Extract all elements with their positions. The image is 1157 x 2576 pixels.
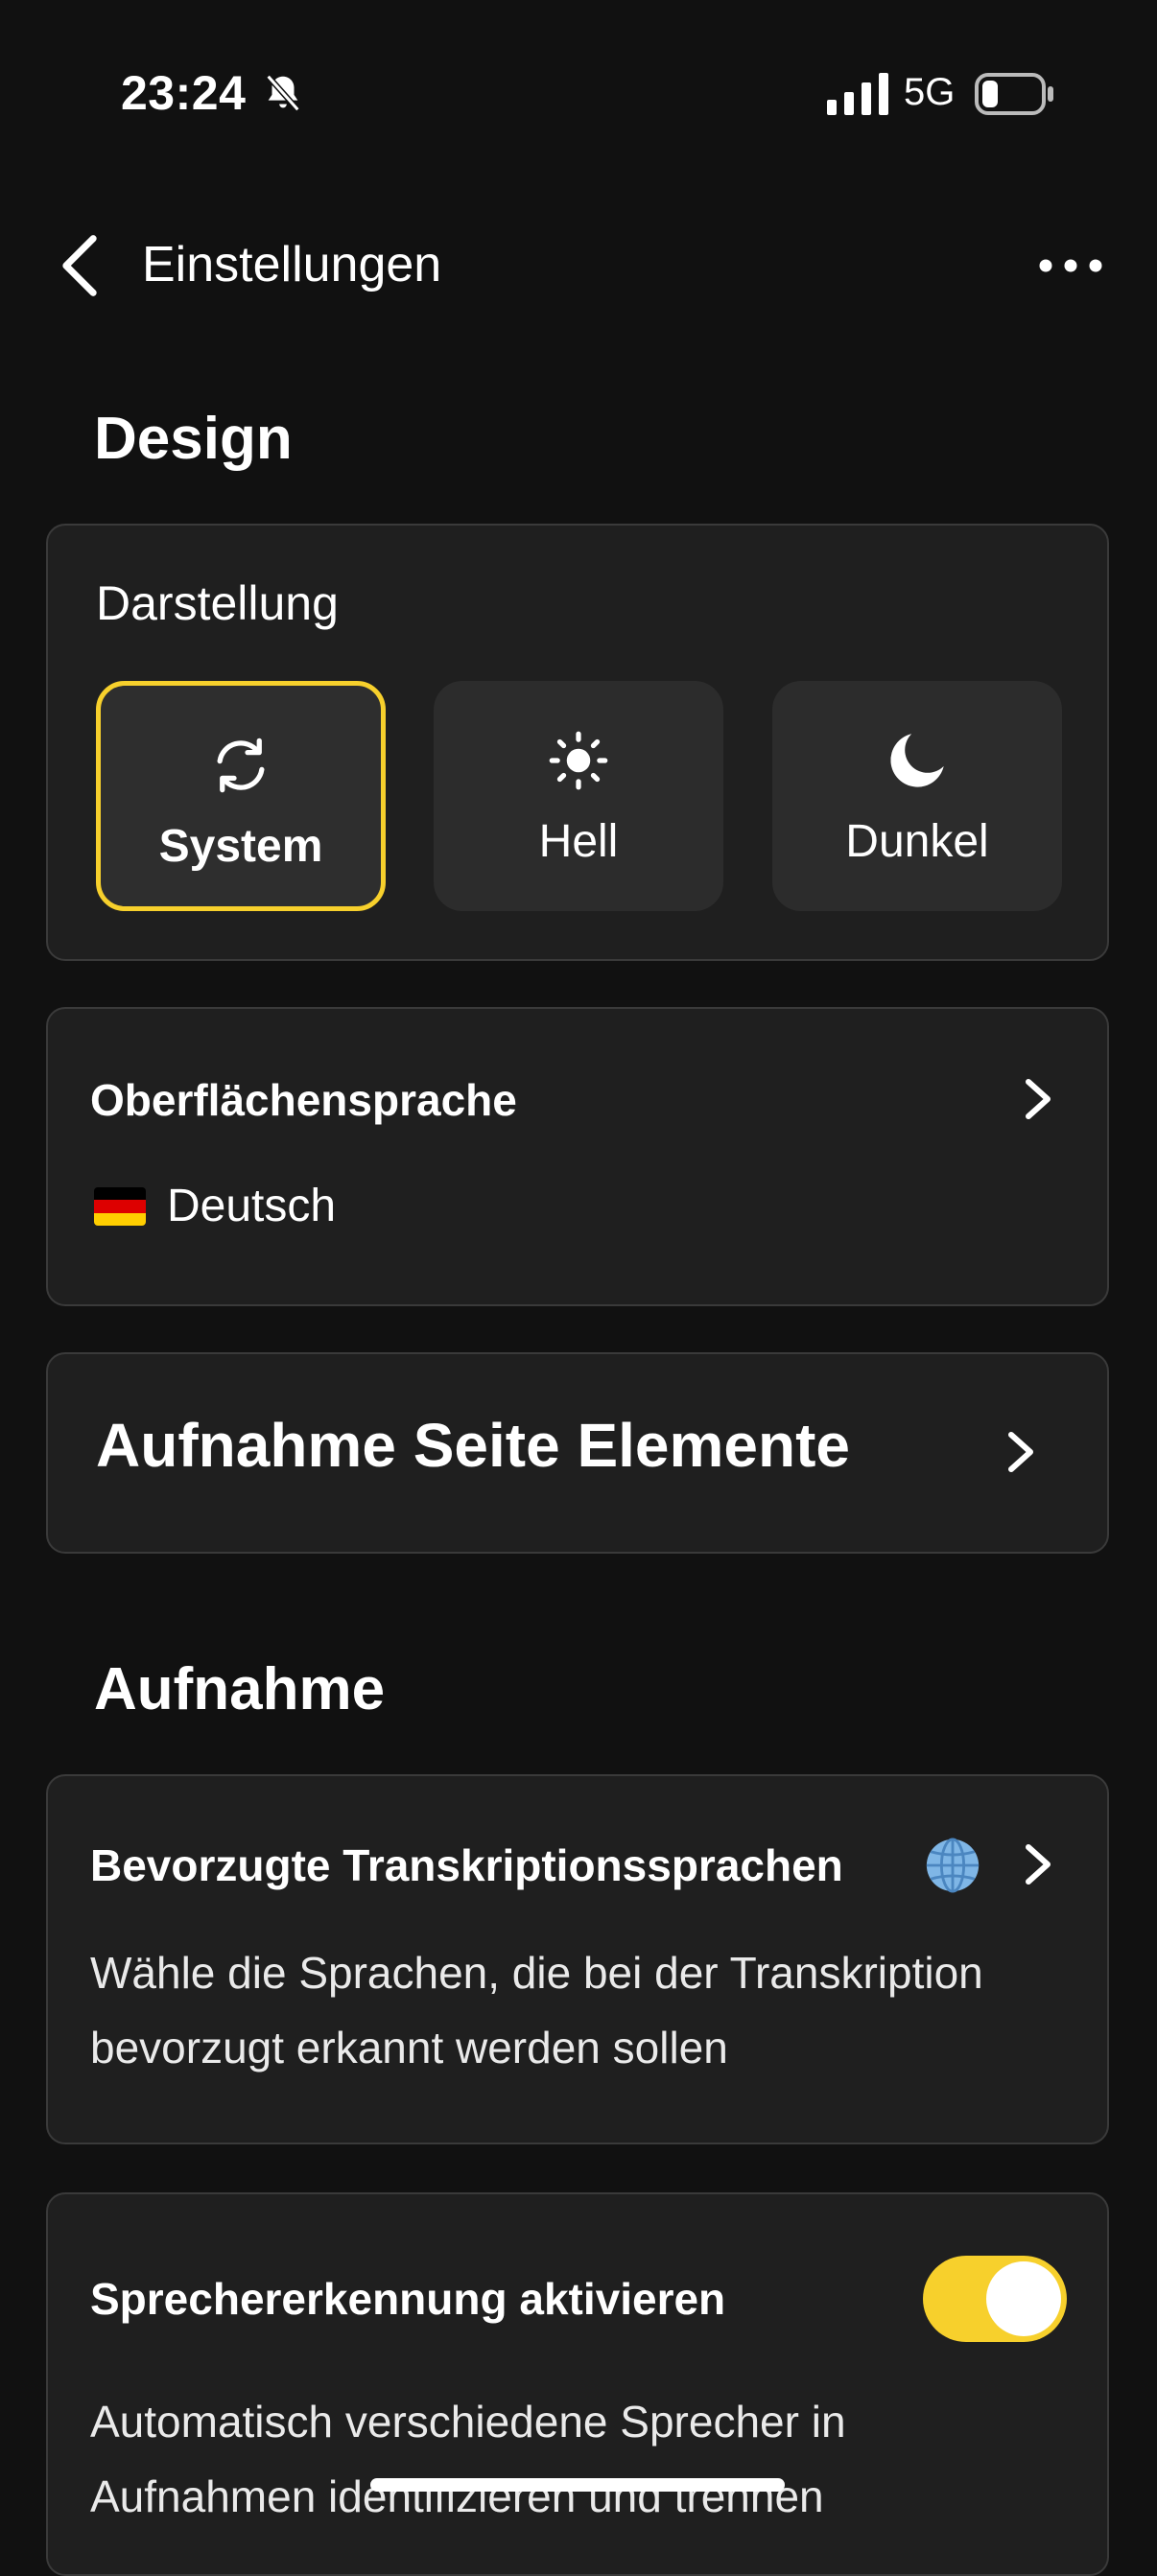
moon-icon [890, 734, 944, 787]
speaker-recognition-toggle[interactable] [923, 2256, 1067, 2342]
back-chevron-icon[interactable] [56, 234, 104, 297]
chevron-right-icon [1026, 1844, 1051, 1885]
sync-icon [217, 738, 265, 793]
german-flag-icon [94, 1187, 146, 1226]
transcription-languages-title: Bevorzugte Transkriptionssprachen [90, 1840, 843, 1890]
description-line: Aufnahmen identifizieren und trennen [90, 2471, 824, 2521]
chevron-right-icon [1008, 1432, 1033, 1472]
interface-language-title: Oberflächensprache [90, 1075, 517, 1125]
page-title: Einstellungen [142, 237, 442, 293]
description-line: bevorzugt erkannt werden sollen [90, 2023, 728, 2073]
status-time: 23:24 [121, 66, 247, 120]
bell-muted-icon [266, 74, 300, 112]
theme-option-dark[interactable]: Dunkel [772, 681, 1062, 911]
signal-icon [827, 73, 888, 115]
interface-language-row[interactable] [46, 1007, 1109, 1306]
interface-language-value: Deutsch [167, 1181, 337, 1231]
more-dots-icon[interactable] [1036, 251, 1105, 280]
battery-icon [975, 73, 1053, 115]
home-indicator[interactable] [370, 2478, 785, 2492]
theme-option-label: Dunkel [845, 816, 989, 867]
theme-option-label: Hell [538, 816, 619, 867]
theme-option-light[interactable]: Hell [434, 681, 723, 911]
description-line: Automatisch verschiedene Sprecher in [90, 2397, 846, 2447]
recording-page-elements-title: Aufnahme Seite Elemente [96, 1411, 850, 1480]
theme-option-system[interactable]: System [96, 681, 386, 911]
transcription-languages-description: Wähle die Sprachen, die bei der Transkri… [90, 1935, 983, 2085]
section-title-design: Design [94, 406, 293, 472]
sun-icon [549, 731, 608, 790]
description-line: Wähle die Sprachen, die bei der Transkri… [90, 1948, 983, 1998]
chevron-right-icon [1026, 1079, 1051, 1119]
globe-icon [926, 1838, 980, 1893]
network-type: 5G [904, 71, 956, 113]
theme-option-label: System [158, 821, 323, 872]
speaker-recognition-title: Sprechererkennung aktivieren [90, 2274, 726, 2324]
appearance-label: Darstellung [96, 576, 339, 630]
section-title-recording: Aufnahme [94, 1656, 386, 1722]
toggle-knob [986, 2261, 1061, 2336]
speaker-recognition-description: Automatisch verschiedene Sprecher in Auf… [90, 2384, 846, 2534]
